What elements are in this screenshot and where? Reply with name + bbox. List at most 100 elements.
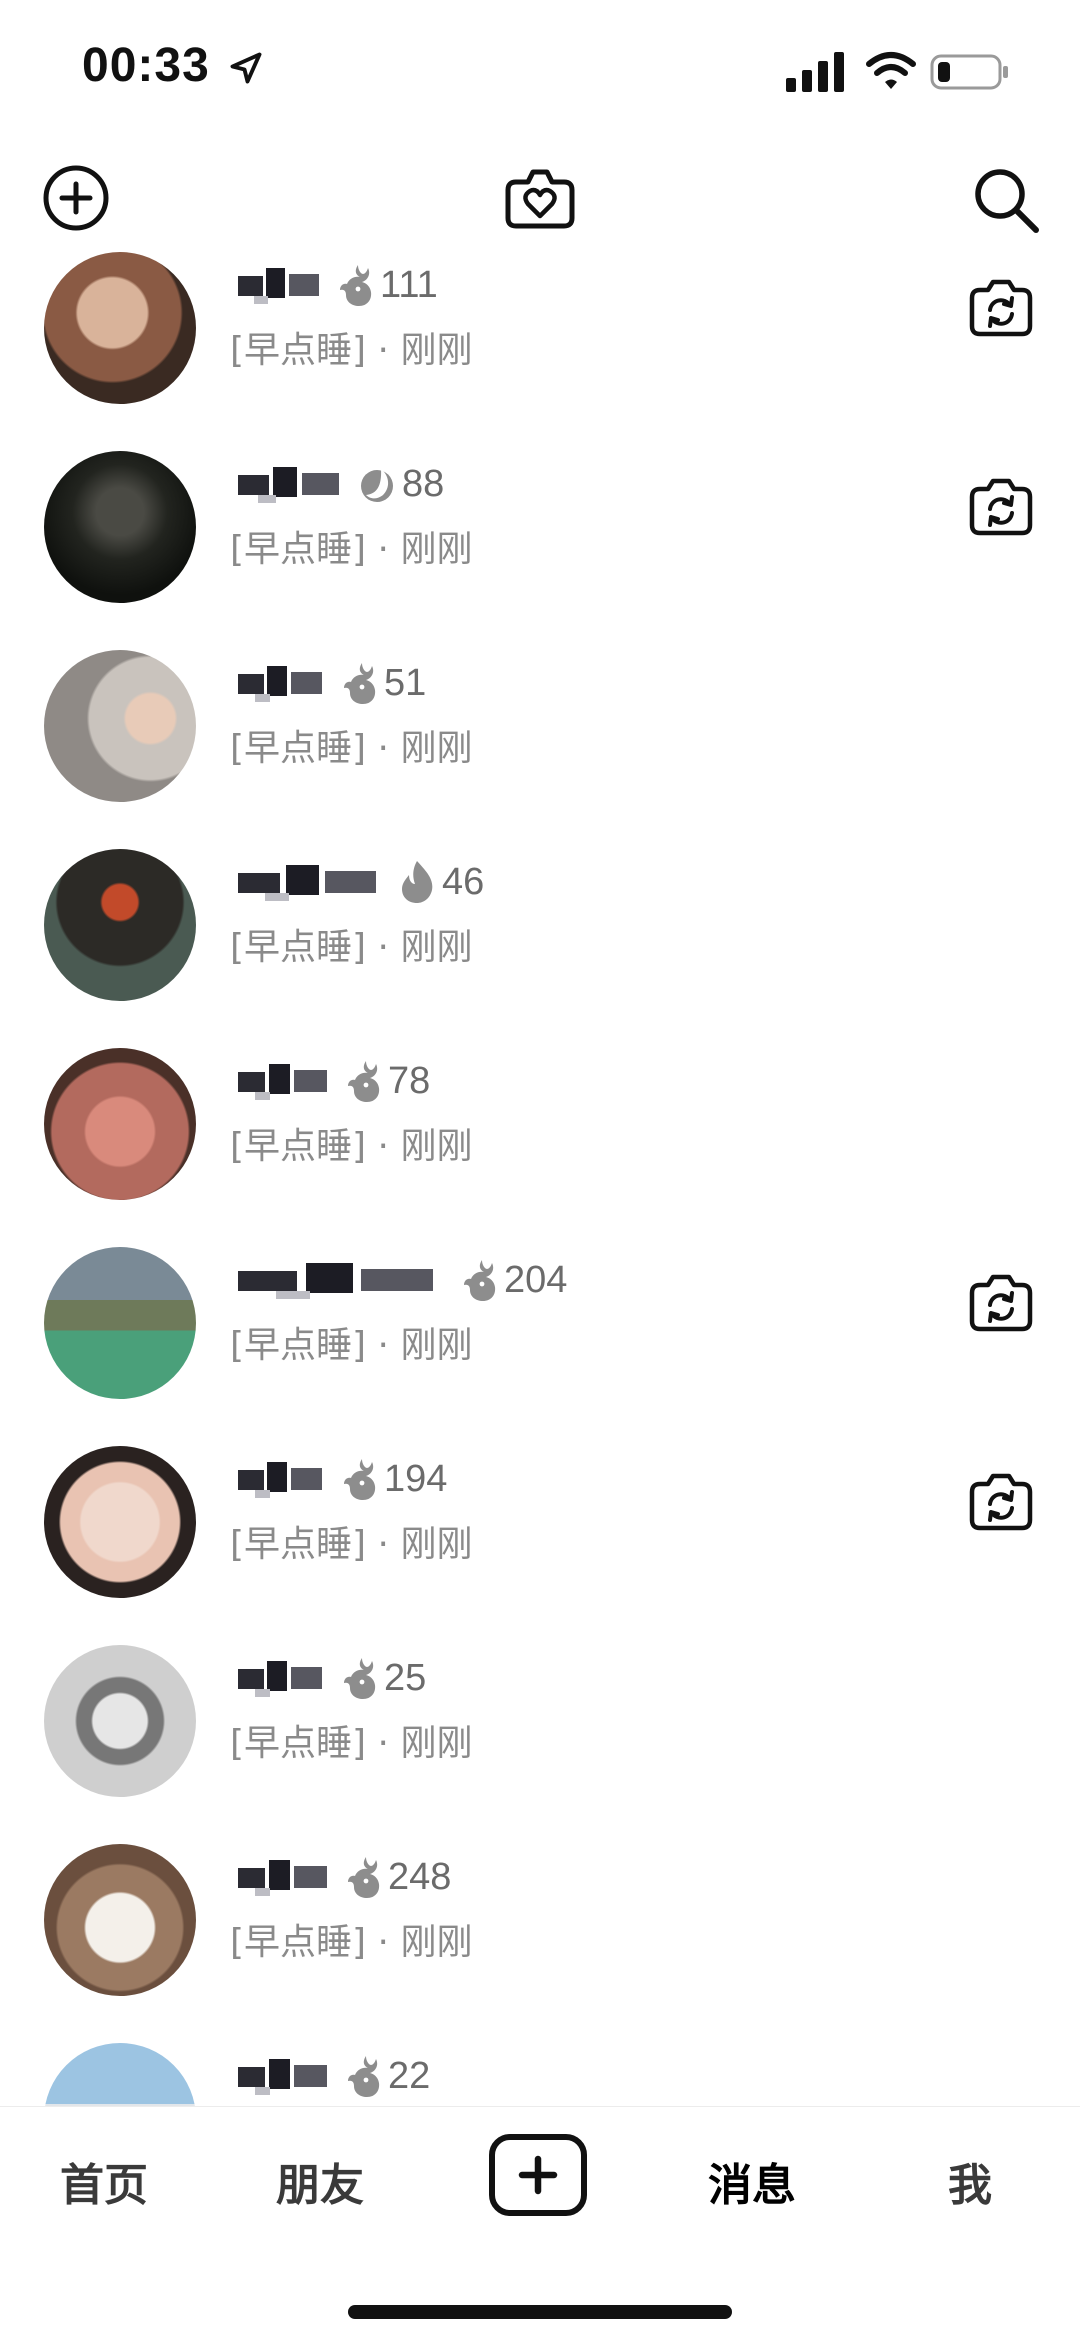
- status-tag: [早点睡]: [230, 1325, 367, 1366]
- status-tag: [早点睡]: [230, 529, 367, 570]
- streak-count: 194: [384, 1458, 448, 1500]
- chat-preview: [早点睡] · 刚刚: [230, 925, 472, 971]
- chat-preview: [早点睡] · 刚刚: [230, 1721, 472, 1767]
- streak-count: 248: [388, 1856, 452, 1898]
- streak-count: 111: [380, 264, 438, 306]
- chat-preview: [早点睡] · 刚刚: [230, 1323, 472, 1369]
- fire-dragon-icon: [464, 1260, 496, 1301]
- tab-friends[interactable]: 朋友: [276, 2149, 364, 2213]
- status-tag: [早点睡]: [230, 1922, 367, 1963]
- separator-dot: ·: [377, 1723, 389, 1764]
- add-circle-icon[interactable]: [40, 162, 112, 234]
- avatar[interactable]: [44, 1247, 196, 1399]
- redacted-name: [238, 467, 339, 503]
- redacted-name: [238, 666, 322, 702]
- flame-icon: [402, 861, 433, 903]
- timestamp: 刚刚: [400, 1524, 473, 1565]
- redacted-name: [238, 268, 319, 304]
- chat-preview: [早点睡] · 刚刚: [230, 726, 472, 772]
- streak-count: 25: [384, 1657, 427, 1699]
- redacted-name: [238, 1263, 433, 1299]
- timestamp: 刚刚: [400, 529, 473, 570]
- bottom-tab-bar: 首页 朋友 消息 我: [0, 2106, 1080, 2338]
- chat-preview: [早点睡] · 刚刚: [230, 527, 472, 573]
- timestamp: 刚刚: [400, 330, 473, 371]
- timestamp: 刚刚: [400, 728, 473, 769]
- chat-row[interactable]: 78 [早点睡] · 刚刚: [0, 1044, 1080, 1243]
- chat-row[interactable]: 25 [早点睡] · 刚刚: [0, 1641, 1080, 1840]
- redacted-name: [238, 1661, 322, 1697]
- chat-preview: [早点睡] · 刚刚: [230, 1522, 472, 1568]
- tab-me[interactable]: 我: [948, 2149, 992, 2213]
- avatar[interactable]: [44, 2043, 196, 2110]
- status-tag: [早点睡]: [230, 1126, 367, 1167]
- wifi-icon: [866, 52, 916, 89]
- heart-camera-icon[interactable]: [500, 158, 580, 238]
- chat-row[interactable]: 204 [早点睡] · 刚刚: [0, 1243, 1080, 1442]
- avatar[interactable]: [44, 1446, 196, 1598]
- create-post-icon[interactable]: [488, 2133, 588, 2217]
- avatar[interactable]: [44, 451, 196, 603]
- timestamp: 刚刚: [400, 927, 473, 968]
- avatar[interactable]: [44, 252, 196, 404]
- location-arrow-icon: [230, 52, 262, 84]
- fire-dragon-icon: [348, 1857, 380, 1898]
- battery-icon: [930, 54, 1008, 90]
- fire-dragon-icon: [348, 2056, 380, 2097]
- redacted-name: [238, 1064, 327, 1100]
- chat-list: 111 [早点睡] · 刚刚 88 [早点睡] · 刚刚 51 [早点睡] · 刚刚 46 […: [0, 248, 1080, 2110]
- status-tag: [早点睡]: [230, 927, 367, 968]
- camera-refresh-icon[interactable]: [966, 1466, 1036, 1536]
- fire-dragon-icon: [340, 265, 372, 306]
- chat-preview: [早点睡] · 刚刚: [230, 328, 472, 374]
- separator-dot: ·: [377, 927, 389, 968]
- home-indicator: [348, 2305, 732, 2319]
- separator-dot: ·: [377, 1922, 389, 1963]
- timestamp: 刚刚: [400, 1922, 473, 1963]
- streak-count: 22: [388, 2055, 431, 2097]
- fire-dragon-icon: [344, 663, 376, 704]
- redacted-name: [238, 1860, 327, 1896]
- redacted-name: [238, 2059, 327, 2095]
- chat-row[interactable]: 248 [早点睡] · 刚刚: [0, 1840, 1080, 2039]
- status-bar: 00:33: [0, 0, 1080, 140]
- fire-dragon-icon: [344, 1658, 376, 1699]
- separator-dot: ·: [377, 330, 389, 371]
- cellular-signal-icon: [786, 52, 844, 92]
- fire-dragon-icon: [344, 1459, 376, 1500]
- streak-count: 46: [442, 861, 485, 903]
- chat-row[interactable]: 88 [早点睡] · 刚刚: [0, 447, 1080, 646]
- separator-dot: ·: [377, 1524, 389, 1565]
- search-icon[interactable]: [966, 160, 1046, 240]
- avatar[interactable]: [44, 849, 196, 1001]
- chat-preview: [早点睡] · 刚刚: [230, 1124, 472, 1170]
- fire-dragon-icon: [348, 1061, 380, 1102]
- chat-row[interactable]: 46 [早点睡] · 刚刚: [0, 845, 1080, 1044]
- camera-refresh-icon[interactable]: [966, 1267, 1036, 1337]
- camera-refresh-icon[interactable]: [966, 272, 1036, 342]
- timestamp: 刚刚: [400, 1723, 473, 1764]
- status-tag: [早点睡]: [230, 330, 367, 371]
- camera-refresh-icon[interactable]: [966, 471, 1036, 541]
- separator-dot: ·: [377, 529, 389, 570]
- tab-home[interactable]: 首页: [60, 2149, 148, 2213]
- chat-row[interactable]: 194 [早点睡] · 刚刚: [0, 1442, 1080, 1641]
- avatar[interactable]: [44, 1048, 196, 1200]
- streak-count: 51: [384, 662, 427, 704]
- chat-row[interactable]: 111 [早点睡] · 刚刚: [0, 248, 1080, 447]
- status-tag: [早点睡]: [230, 1524, 367, 1565]
- status-tag: [早点睡]: [230, 728, 367, 769]
- avatar[interactable]: [44, 650, 196, 802]
- redacted-name: [238, 1462, 322, 1498]
- top-header: [0, 150, 1080, 250]
- avatar[interactable]: [44, 1844, 196, 1996]
- chat-row[interactable]: 22: [0, 2039, 1080, 2110]
- separator-dot: ·: [377, 1126, 389, 1167]
- chat-preview: [早点睡] · 刚刚: [230, 1920, 472, 1966]
- timestamp: 刚刚: [400, 1126, 473, 1167]
- tab-messages[interactable]: 消息: [708, 2149, 796, 2213]
- avatar[interactable]: [44, 1645, 196, 1797]
- streak-count: 204: [504, 1259, 568, 1301]
- chat-row[interactable]: 51 [早点睡] · 刚刚: [0, 646, 1080, 845]
- separator-dot: ·: [377, 728, 389, 769]
